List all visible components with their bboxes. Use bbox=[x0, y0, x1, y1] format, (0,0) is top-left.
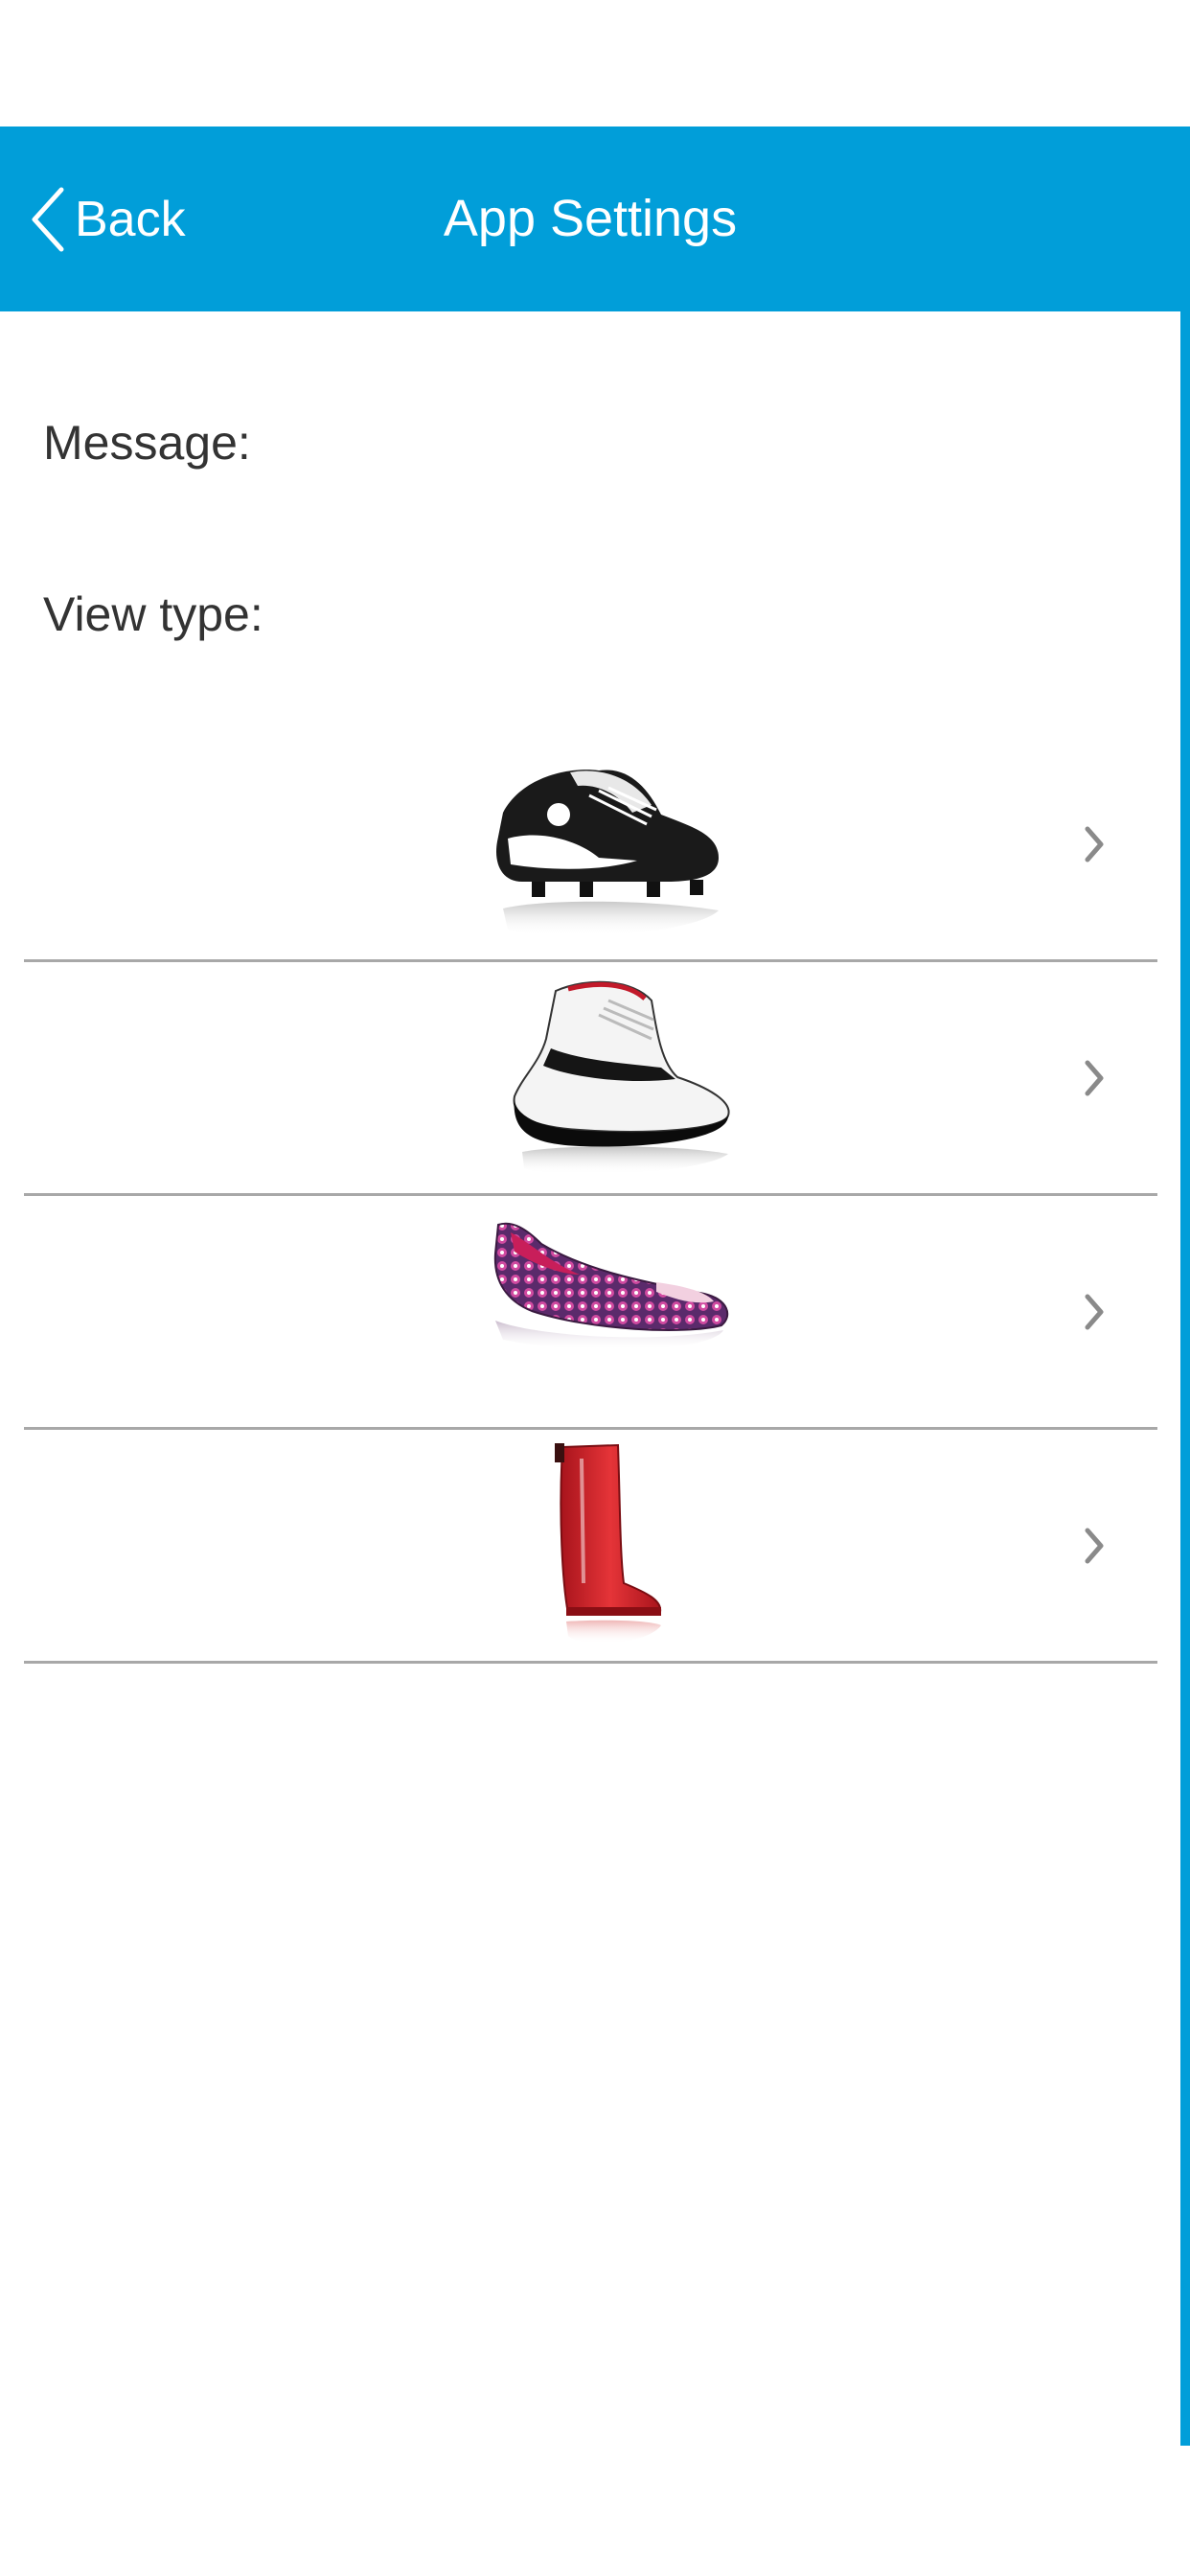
chevron-right-icon bbox=[1084, 1196, 1105, 1427]
status-bar-area bbox=[0, 0, 1190, 126]
rain-boot-image bbox=[555, 1443, 662, 1644]
view-type-option-4[interactable] bbox=[24, 1430, 1157, 1664]
view-type-list bbox=[24, 728, 1157, 1664]
back-button[interactable]: Back bbox=[29, 176, 186, 263]
chevron-right-icon bbox=[1084, 1430, 1105, 1661]
view-type-option-3[interactable] bbox=[24, 1196, 1157, 1430]
flat-shoe-image bbox=[493, 1222, 729, 1350]
view-type-option-2[interactable] bbox=[24, 962, 1157, 1196]
view-type-option-1[interactable] bbox=[24, 728, 1157, 962]
navigation-bar: App Settings Back bbox=[0, 126, 1190, 311]
chevron-left-icon bbox=[29, 186, 67, 253]
basketball-shoe-image bbox=[513, 980, 730, 1175]
chevron-right-icon bbox=[1084, 728, 1105, 959]
chevron-right-icon bbox=[1084, 962, 1105, 1193]
message-label: Message: bbox=[43, 416, 251, 470]
view-type-label: View type: bbox=[43, 587, 263, 641]
cleat-shoe-image bbox=[496, 770, 719, 937]
scroll-edge bbox=[1180, 126, 1190, 2446]
back-label: Back bbox=[75, 192, 186, 247]
